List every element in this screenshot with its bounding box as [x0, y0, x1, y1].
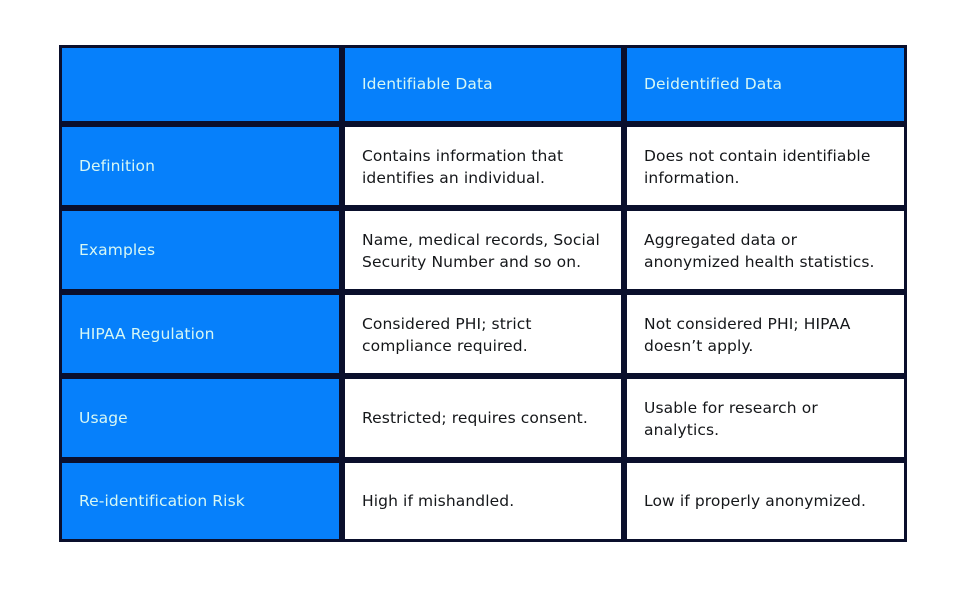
- table-row: Usage Restricted; requires consent. Usab…: [59, 376, 907, 460]
- cell-text: Not considered PHI; HIPAA doesn’t apply.: [644, 315, 851, 356]
- cell-usage-identifiable: Restricted; requires consent.: [342, 376, 624, 460]
- cell-re-identification-risk-deidentified: Low if properly anonymized.: [624, 460, 907, 542]
- table-row: HIPAA Regulation Considered PHI; strict …: [59, 292, 907, 376]
- cell-definition-identifiable: Contains information that identifies an …: [342, 124, 624, 208]
- table-row: Examples Name, medical records, Social S…: [59, 208, 907, 292]
- cell-text: Contains information that identifies an …: [362, 147, 564, 188]
- cell-text: Usable for research or analytics.: [644, 399, 818, 440]
- table-row: Re-identification Risk High if mishandle…: [59, 460, 907, 542]
- cell-usage-deidentified: Usable for research or analytics.: [624, 376, 907, 460]
- cell-text: Low if properly anonymized.: [644, 491, 866, 510]
- comparison-table-container: Identifiable Data Deidentified Data Defi…: [59, 45, 907, 542]
- cell-examples-deidentified: Aggregated data or anonymized health sta…: [624, 208, 907, 292]
- row-label-hipaa-regulation: HIPAA Regulation: [59, 292, 342, 376]
- table-row: Definition Contains information that ide…: [59, 124, 907, 208]
- row-label-text: Re-identification Risk: [79, 491, 245, 510]
- row-label-re-identification-risk: Re-identification Risk: [59, 460, 342, 542]
- cell-definition-deidentified: Does not contain identifiable informatio…: [624, 124, 907, 208]
- cell-hipaa-regulation-identifiable: Considered PHI; strict compliance requir…: [342, 292, 624, 376]
- cell-text: Considered PHI; strict compliance requir…: [362, 315, 532, 356]
- row-label-usage: Usage: [59, 376, 342, 460]
- header-label-deidentified-data: Deidentified Data: [644, 75, 783, 94]
- cell-re-identification-risk-identifiable: High if mishandled.: [342, 460, 624, 542]
- header-label-identifiable-data: Identifiable Data: [362, 75, 493, 94]
- cell-examples-identifiable: Name, medical records, Social Security N…: [342, 208, 624, 292]
- row-label-definition: Definition: [59, 124, 342, 208]
- row-label-text: Usage: [79, 408, 128, 427]
- header-cell-deidentified-data: Deidentified Data: [624, 45, 907, 124]
- cell-text: Aggregated data or anonymized health sta…: [644, 231, 875, 272]
- row-label-text: HIPAA Regulation: [79, 324, 215, 343]
- header-cell-identifiable-data: Identifiable Data: [342, 45, 624, 124]
- cell-text: High if mishandled.: [362, 491, 515, 510]
- table-header-row: Identifiable Data Deidentified Data: [59, 45, 907, 124]
- header-blank-label: [62, 48, 339, 121]
- cell-text: Name, medical records, Social Security N…: [362, 231, 600, 272]
- header-cell-blank: [59, 45, 342, 124]
- row-label-text: Examples: [79, 240, 156, 259]
- cell-text: Does not contain identifiable informatio…: [644, 147, 871, 188]
- cell-text: Restricted; requires consent.: [362, 408, 588, 427]
- cell-hipaa-regulation-deidentified: Not considered PHI; HIPAA doesn’t apply.: [624, 292, 907, 376]
- row-label-text: Definition: [79, 156, 156, 175]
- identifiable-vs-deidentified-table: Identifiable Data Deidentified Data Defi…: [59, 45, 907, 542]
- row-label-examples: Examples: [59, 208, 342, 292]
